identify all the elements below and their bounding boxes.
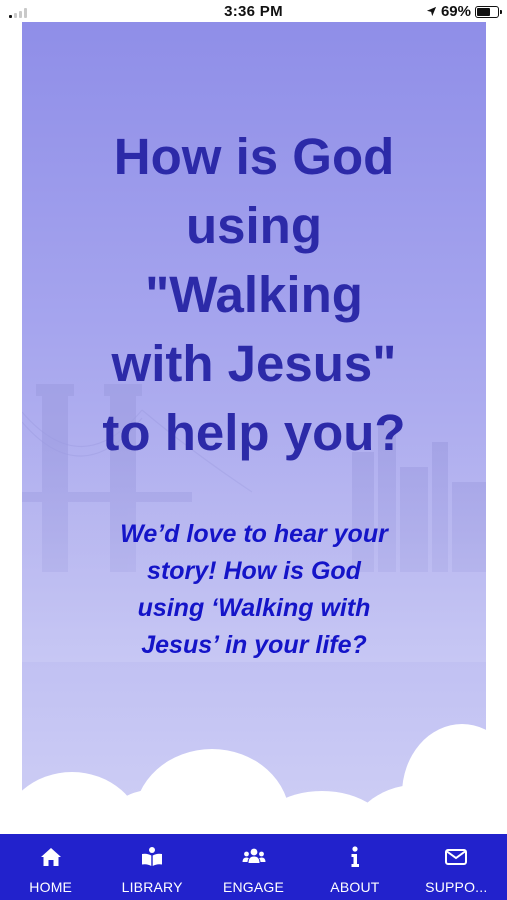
home-icon — [40, 848, 61, 866]
tab-home-label: HOME — [29, 879, 73, 895]
tab-library-label: LIBRARY — [121, 879, 183, 895]
tab-about[interactable]: ABOUT — [304, 834, 405, 900]
hero-panel: How is God using "Walking with Jesus" to… — [22, 22, 486, 834]
battery-icon — [475, 5, 502, 18]
tab-library[interactable]: LIBRARY — [101, 834, 202, 900]
battery-percent: 69% — [440, 3, 471, 20]
tab-support-label: SUPPO... — [425, 879, 488, 895]
tab-engage[interactable]: ENGAGE — [203, 834, 304, 900]
bottom-tab-bar: HOME LIBRARY ENGAGE ABOUT SUPPO... — [0, 834, 507, 900]
battery-fill — [477, 7, 491, 16]
info-icon — [351, 846, 359, 867]
status-bar: 3:36 PM 69% — [0, 0, 507, 22]
clouds-image — [22, 724, 486, 834]
users-icon — [242, 848, 266, 863]
status-right: 69% — [426, 3, 502, 20]
tab-support[interactable]: SUPPO... — [406, 834, 507, 900]
hero-title: How is God using "Walking with Jesus" to… — [102, 128, 406, 461]
envelope-icon — [445, 849, 468, 865]
tab-about-label: ABOUT — [330, 879, 380, 895]
hero-subtitle: We’d love to hear your story! How is God… — [120, 520, 388, 659]
tab-home[interactable]: HOME — [0, 834, 101, 900]
library-icon — [142, 847, 163, 866]
location-arrow-icon — [426, 6, 437, 17]
tab-engage-label: ENGAGE — [222, 879, 285, 895]
